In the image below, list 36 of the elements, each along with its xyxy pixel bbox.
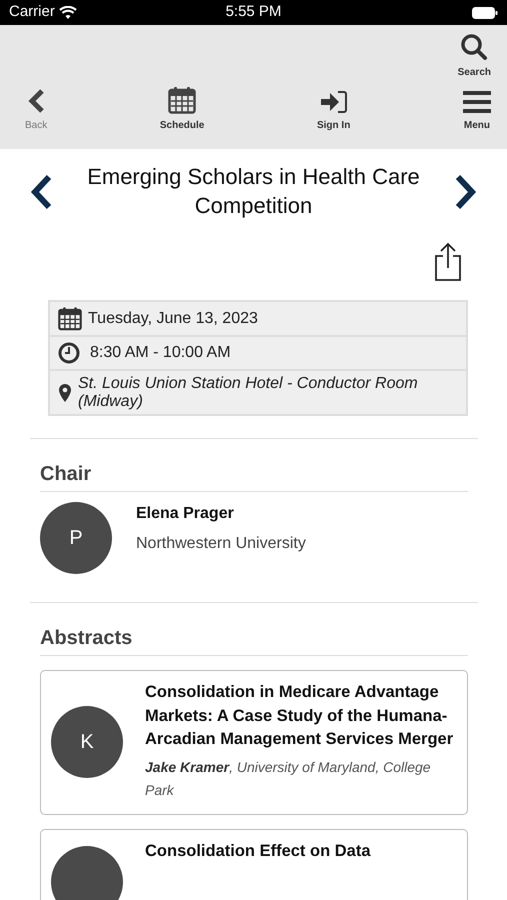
signin-button[interactable]: Sign In: [316, 84, 350, 133]
battery-icon: [472, 6, 498, 18]
section-heading: Chair: [40, 459, 468, 492]
session-title: Emerging Scholars in Health Care Competition: [86, 163, 421, 220]
search-button[interactable]: Search: [458, 31, 491, 80]
clock-icon: [58, 342, 80, 364]
time-text: 8:30 AM - 10:00 AM: [90, 343, 231, 364]
back-icon: [27, 88, 46, 114]
affiliation-text: Northwestern University: [136, 534, 306, 554]
map-pin-icon: [58, 382, 72, 403]
section-heading: Abstracts: [40, 623, 468, 656]
back-button[interactable]: Back: [25, 84, 48, 133]
location-text: St. Louis Union Station Hotel - Conductor Room (Midway): [78, 375, 419, 410]
status-time: 5:55 PM: [226, 3, 282, 20]
share-button[interactable]: [434, 242, 462, 282]
menu-icon: [462, 90, 491, 114]
abstract-title: Consolidation Effect on Data: [145, 840, 371, 862]
menu-button[interactable]: Menu: [462, 84, 491, 133]
person-name: Elena Prager: [136, 504, 235, 524]
avatar: P: [40, 502, 112, 574]
abstract-card[interactable]: Consolidation Effect on Data: [40, 828, 468, 900]
previous-button[interactable]: [28, 172, 54, 211]
search-icon: [460, 33, 488, 61]
next-button[interactable]: [453, 172, 479, 211]
avatar: K: [51, 706, 123, 778]
sign-in-icon: [320, 90, 348, 114]
abstract-card[interactable]: K Consolidation in Medicare Advantage Markets: A Case Study of the Humana-Arcadian Management Services Merger Jake Kramer, University of Maryland, College Park: [40, 670, 468, 815]
avatar: [51, 846, 123, 900]
calendar-icon: [168, 86, 196, 114]
author-text: Jake Kramer, University of Maryland, College Park: [145, 758, 432, 800]
wifi-icon: [58, 6, 77, 19]
carrier-name: Carrier: [9, 2, 55, 22]
date-text: Tuesday, June 13, 2023: [88, 308, 258, 329]
schedule-button[interactable]: Schedule: [160, 84, 204, 133]
calendar-icon: [58, 306, 82, 332]
abstract-title: Consolidation in Medicare Advantage Markets: A Case Study of the Humana-Arcadian Management Services Merger: [145, 682, 454, 750]
